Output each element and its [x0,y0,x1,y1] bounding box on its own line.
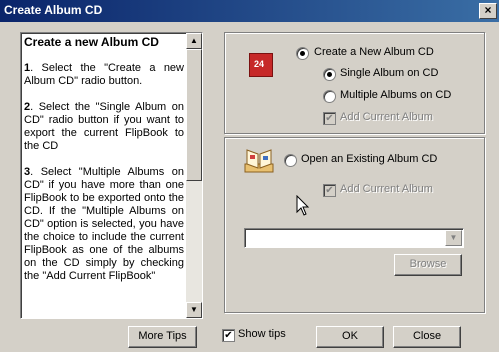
tips-text: Create a new Album CD 1. Select the "Cre… [24,36,184,296]
add-current-album-label-2: Add Current Album [340,183,433,195]
create-new-label: Create a New Album CD [314,46,434,58]
open-existing-radio[interactable] [284,154,297,167]
close-button[interactable]: Close [393,326,461,348]
browse-button[interactable]: Browse [394,254,462,276]
tips-heading: Create a new Album CD [24,35,159,49]
open-existing-label: Open an Existing Album CD [301,153,438,165]
create-new-radio[interactable] [296,47,309,60]
multiple-albums-label: Multiple Albums on CD [340,89,452,101]
add-current-album-checkbox-2[interactable]: ✔ [323,184,336,197]
scroll-thumb[interactable] [186,49,202,181]
mouse-pointer-icon [296,195,310,216]
scroll-down-button[interactable]: ▼ [186,302,202,318]
multiple-albums-radio[interactable] [323,90,336,103]
tip-step-1: 1. Select the "Create a new Album CD" ra… [24,62,184,87]
show-tips-label: Show tips [238,328,286,340]
scroll-up-button[interactable]: ▲ [186,33,202,49]
show-tips-checkbox[interactable]: ✔ [222,329,235,342]
add-current-album-label-1: Add Current Album [340,111,433,123]
tip-step-2: 2. Select the "Single Album on CD" radio… [24,101,184,152]
tip-step-3: 3. Select "Multiple Albums on CD" if you… [24,166,184,282]
combobox-dropdown-icon[interactable]: ▼ [445,230,462,246]
open-book-icon [244,149,274,173]
title-bar: Create Album CD × [0,0,499,22]
tips-scrollbar[interactable]: ▲ ▼ [186,33,202,318]
ok-button[interactable]: OK [316,326,384,348]
single-album-label: Single Album on CD [340,67,439,79]
album-path-combobox[interactable]: ▼ [244,228,464,248]
album-cd-icon: 24 [249,53,273,77]
single-album-radio[interactable] [323,68,336,81]
window-close-button[interactable]: × [479,3,497,19]
tips-panel[interactable]: Create a new Album CD 1. Select the "Cre… [20,32,203,319]
window-title: Create Album CD [4,3,103,17]
more-tips-button[interactable]: More Tips [128,326,197,348]
add-current-album-checkbox-1[interactable]: ✔ [323,112,336,125]
